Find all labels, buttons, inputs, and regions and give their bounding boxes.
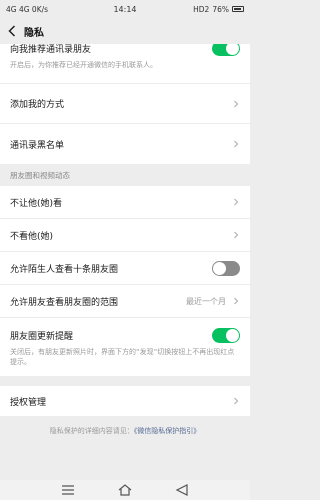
update-reminder-toggle[interactable] (212, 328, 240, 343)
blacklist-row[interactable]: 通讯录黑名单 (0, 124, 250, 164)
privacy-footer: 隐私保护的详细内容请见：《微信隐私保护指引》 (0, 416, 250, 436)
page-title: 隐私 (24, 27, 44, 39)
auth-management-label: 授权管理 (10, 397, 47, 408)
update-reminder-row: 朋友圈更新提醒 关闭后，有朋友更新照片时，界面下方的“发现”切换按钮上不再出现红… (0, 318, 250, 376)
back-arrow-icon (8, 25, 16, 37)
menu-button[interactable] (61, 485, 75, 495)
menu-icon (62, 485, 75, 495)
home-button[interactable] (118, 484, 132, 496)
add-me-row[interactable]: 添加我的方式 (0, 84, 250, 124)
status-bar: 4G 4G 0K/s 14:14 HD2 76% (0, 0, 250, 18)
auth-management-row[interactable]: 授权管理 (0, 386, 250, 416)
add-me-label: 添加我的方式 (10, 100, 65, 110)
recommend-description: 开启后，为你推荐已经开通微信的手机联系人。 (10, 61, 157, 69)
battery-icon (232, 6, 244, 12)
privacy-guide-link[interactable]: 《微信隐私保护指引》 (134, 427, 201, 435)
hide-from-row[interactable]: 不让他(她)看 (0, 186, 250, 219)
dont-see-label: 不看他(她) (10, 231, 54, 242)
toggle-knob (226, 329, 239, 342)
recommend-toggle[interactable] (212, 44, 240, 56)
auth-section: 授权管理 (0, 386, 250, 416)
nav-bar: 隐私 (0, 18, 250, 44)
chevron-right-icon (234, 198, 239, 206)
system-navigation-bar (0, 480, 250, 500)
status-time: 14:14 (113, 4, 137, 14)
contacts-section: 向我推荐通讯录朋友 开启后，为你推荐已经开通微信的手机联系人。 添加我的方式 通… (0, 44, 250, 164)
chevron-right-icon (234, 297, 239, 305)
chevron-right-icon (234, 397, 239, 405)
recommend-label: 向我推荐通讯录朋友 (10, 44, 92, 55)
chevron-right-icon (234, 140, 239, 148)
view-range-row[interactable]: 允许朋友查看朋友圈的范围 最近一个月 (0, 285, 250, 318)
view-range-value: 最近一个月 (186, 296, 226, 306)
chevron-right-icon (234, 231, 239, 239)
toggle-knob (213, 261, 226, 275)
home-icon (118, 484, 132, 496)
back-button[interactable] (0, 18, 24, 44)
blacklist-label: 通讯录黑名单 (10, 140, 65, 151)
update-reminder-label: 朋友圈更新提醒 (10, 332, 74, 342)
back-nav-button[interactable] (175, 484, 189, 496)
dont-see-row[interactable]: 不看他(她) (0, 219, 250, 252)
toggle-knob (226, 44, 239, 55)
stranger-view-label: 允许陌生人查看十条朋友圈 (10, 264, 119, 275)
view-range-label: 允许朋友查看朋友圈的范围 (10, 297, 119, 308)
moments-group-header: 朋友圈和视频动态 (10, 170, 70, 180)
back-triangle-icon (175, 484, 188, 496)
update-reminder-description: 关闭后，有朋友更新照片时，界面下方的“发现”切换按钮上不再出现红点提示。 (10, 347, 235, 366)
hide-from-label: 不让他(她)看 (10, 198, 63, 209)
settings-content: 向我推荐通讯录朋友 开启后，为你推荐已经开通微信的手机联系人。 添加我的方式 通… (0, 44, 250, 480)
chevron-right-icon (234, 100, 239, 107)
footer-prefix: 隐私保护的详细内容请见： (49, 427, 134, 435)
recommend-row: 向我推荐通讯录朋友 开启后，为你推荐已经开通微信的手机联系人。 (0, 44, 250, 84)
stranger-view-row: 允许陌生人查看十条朋友圈 (0, 252, 250, 285)
moments-section: 不让他(她)看 不看他(她) 允许陌生人查看十条朋友圈 允许朋友查看朋友圈的范围… (0, 186, 250, 376)
stranger-view-toggle[interactable] (212, 260, 240, 276)
